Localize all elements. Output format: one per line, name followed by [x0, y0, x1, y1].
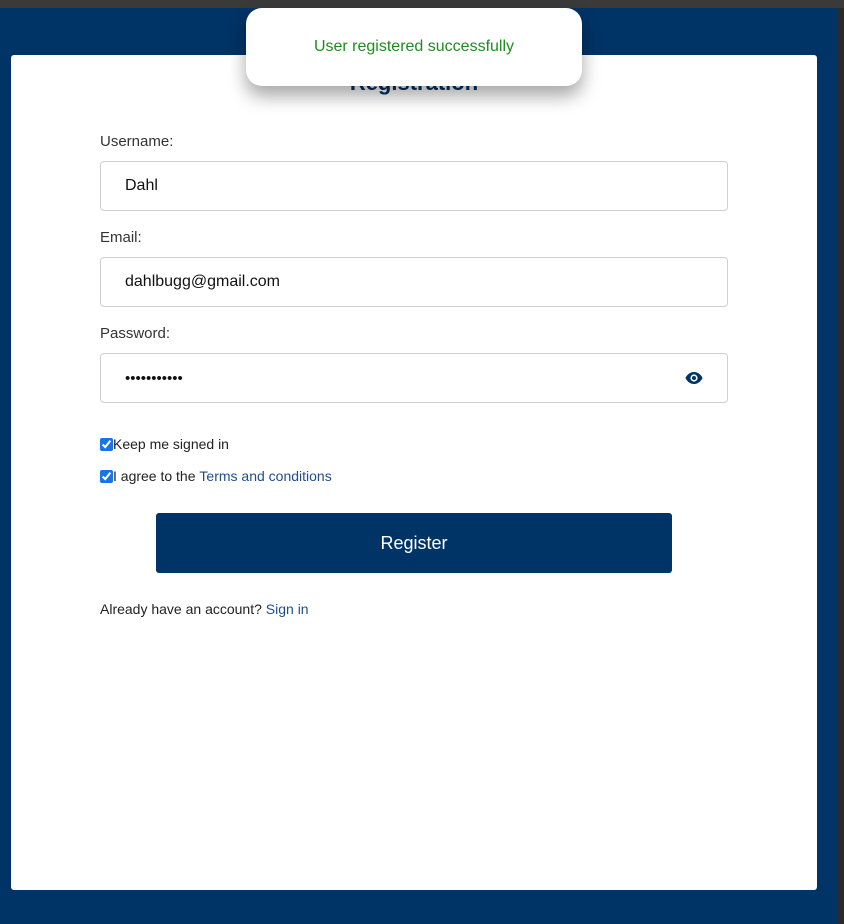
terms-link[interactable]: Terms and conditions [199, 468, 331, 484]
password-field[interactable]: ••••••••••• [100, 353, 728, 403]
username-label: Username: [100, 133, 174, 150]
password-value: ••••••••••• [125, 369, 183, 387]
username-value: Dahl [125, 177, 158, 194]
terms-row: I agree to the Terms and conditions [100, 468, 332, 484]
registration-card: Registration Username: Dahl Email: dahlb… [11, 55, 817, 890]
toast-message: User registered successfully [313, 38, 515, 55]
signin-link[interactable]: Sign in [266, 601, 309, 617]
keep-signed-in-label: Keep me signed in [113, 436, 229, 452]
terms-checkbox[interactable] [100, 469, 113, 483]
keep-signed-in-row: Keep me signed in [100, 436, 229, 452]
terms-prefix: I agree to the [113, 468, 200, 484]
success-toast: User registered successfully [246, 8, 582, 86]
browser-top-bar [0, 0, 844, 8]
username-field[interactable]: Dahl [100, 161, 728, 211]
email-label: Email: [100, 229, 142, 246]
eye-icon[interactable] [685, 371, 703, 385]
window-edge [838, 8, 844, 924]
register-button[interactable]: Register [156, 513, 672, 573]
signin-prompt: Already have an account? [100, 601, 266, 617]
email-field[interactable]: dahlbugg@gmail.com [100, 257, 728, 307]
email-value: dahlbugg@gmail.com [125, 273, 280, 290]
signin-row: Already have an account? Sign in [100, 601, 309, 617]
keep-signed-in-checkbox[interactable] [100, 437, 113, 451]
password-label: Password: [100, 325, 171, 342]
